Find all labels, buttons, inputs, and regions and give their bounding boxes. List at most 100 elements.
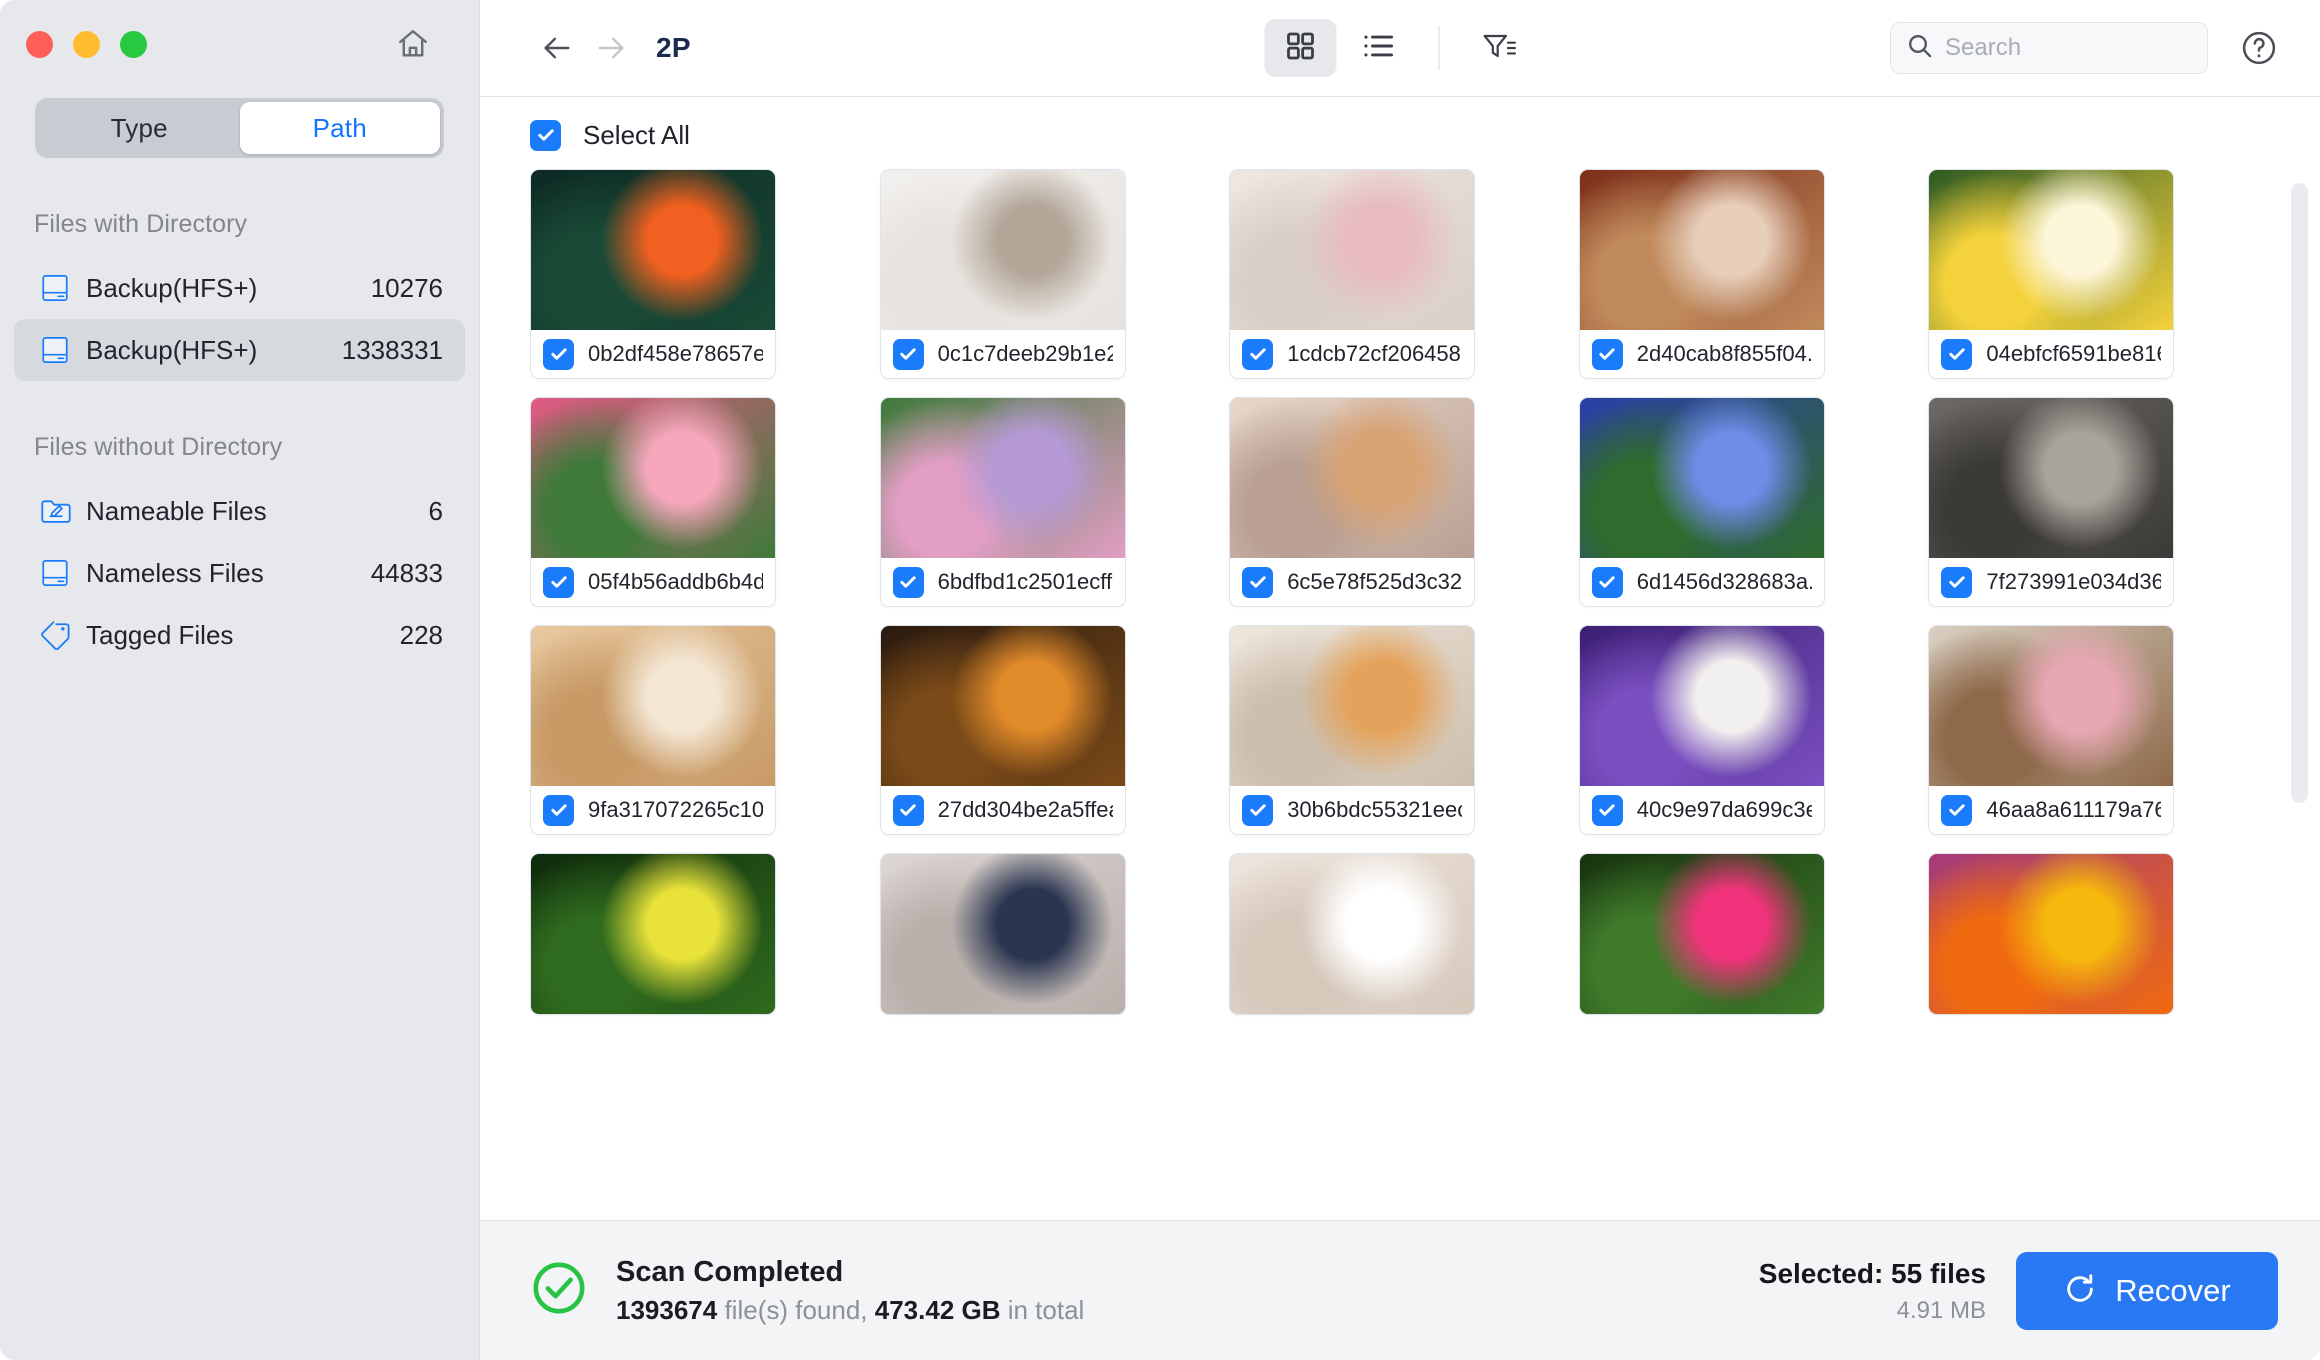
file-name: 40c9e97da699c3e... bbox=[1636, 797, 1812, 822]
hard-drive-icon bbox=[40, 334, 86, 366]
search-box[interactable] bbox=[1890, 22, 2208, 74]
arrow-left-icon[interactable] bbox=[530, 21, 584, 75]
sidebar-list-without-directory: Nameable Files 6 Nameless Files 44833 Ta… bbox=[0, 480, 479, 666]
selection-summary: Selected: 55 files 4.91 MB bbox=[1759, 1254, 1986, 1327]
breadcrumb[interactable]: 2P bbox=[656, 32, 691, 64]
hard-drive-icon bbox=[40, 272, 86, 304]
file-tile-footer: 7f273991e034d36... bbox=[1929, 558, 2174, 606]
sidebar-item-count: 44833 bbox=[370, 557, 443, 588]
file-thumbnail bbox=[1230, 170, 1475, 330]
file-tile-footer: 30b6bdc55321eec... bbox=[1230, 786, 1475, 834]
file-checkbox[interactable] bbox=[1242, 794, 1274, 826]
file-checkbox[interactable] bbox=[1591, 338, 1623, 370]
list-icon bbox=[1362, 30, 1396, 67]
search-input[interactable] bbox=[1945, 34, 2191, 62]
zoom-button[interactable] bbox=[120, 30, 147, 58]
filter-button[interactable] bbox=[1464, 19, 1536, 77]
file-checkbox[interactable] bbox=[1941, 566, 1973, 598]
file-thumbnail bbox=[1579, 626, 1824, 786]
file-tile[interactable]: 04ebfcf6591be816... bbox=[1928, 169, 2175, 379]
selected-size-label: 4.91 MB bbox=[1896, 1296, 1986, 1324]
file-tile[interactable] bbox=[530, 853, 776, 1015]
sidebar-item-backup-2[interactable]: Backup(HFS+) 1338331 bbox=[14, 319, 465, 381]
segment-type[interactable]: Type bbox=[39, 102, 240, 154]
file-tile[interactable]: 6d1456d328683a... bbox=[1578, 397, 1825, 607]
file-checkbox[interactable] bbox=[1242, 338, 1274, 370]
file-thumbnail bbox=[1929, 398, 2174, 558]
file-tile[interactable]: 1cdcb72cf206458... bbox=[1229, 169, 1476, 379]
file-tile[interactable]: 6bdfbd1c2501ecff... bbox=[879, 397, 1126, 607]
app-window: Type Path Files with Directory Backup(HF… bbox=[0, 0, 2320, 1360]
minimize-button[interactable] bbox=[73, 30, 100, 58]
file-tile[interactable]: 6c5e78f525d3c32... bbox=[1229, 397, 1476, 607]
file-checkbox[interactable] bbox=[892, 566, 924, 598]
traffic-lights bbox=[26, 30, 147, 58]
file-name: 46aa8a611179a76... bbox=[1986, 797, 2161, 822]
select-all-checkbox[interactable] bbox=[530, 119, 561, 151]
toolbar: 2P bbox=[480, 0, 2320, 97]
sidebar-item-nameless-files[interactable]: Nameless Files 44833 bbox=[14, 542, 465, 604]
file-tile[interactable]: 0c1c7deeb29b1e2... bbox=[879, 169, 1126, 379]
sidebar-item-label: Nameless Files bbox=[86, 557, 264, 588]
file-name: 6bdfbd1c2501ecff... bbox=[937, 569, 1113, 594]
vertical-scrollbar[interactable] bbox=[2291, 183, 2308, 803]
sidebar-item-nameable-files[interactable]: Nameable Files 6 bbox=[14, 480, 465, 542]
file-thumbnail bbox=[880, 398, 1125, 558]
file-name: 0c1c7deeb29b1e2... bbox=[937, 341, 1113, 366]
file-tile-footer: 0c1c7deeb29b1e2... bbox=[880, 330, 1125, 378]
file-tile-footer: 6bdfbd1c2501ecff... bbox=[880, 558, 1125, 606]
file-name: 0b2df458e78657e... bbox=[588, 341, 763, 366]
file-tile[interactable] bbox=[879, 853, 1126, 1015]
file-thumbnail bbox=[1929, 170, 2174, 330]
sidebar-item-count: 1338331 bbox=[341, 334, 443, 365]
recover-button[interactable]: Recover bbox=[2016, 1251, 2278, 1330]
file-checkbox[interactable] bbox=[1941, 794, 1973, 826]
sidebar-item-backup-1[interactable]: Backup(HFS+) 10276 bbox=[14, 257, 465, 319]
file-tile[interactable] bbox=[1928, 853, 2175, 1015]
file-checkbox[interactable] bbox=[892, 794, 924, 826]
thumbnail-grid: 0b2df458e78657e... 0c1c7deeb29b1e2... 1cdc… bbox=[530, 169, 2278, 1015]
file-tile[interactable] bbox=[1229, 853, 1476, 1015]
file-checkbox[interactable] bbox=[543, 338, 574, 370]
filter-icon bbox=[1482, 30, 1518, 67]
file-tile[interactable]: 9fa317072265c10c... bbox=[530, 625, 776, 835]
file-tile[interactable]: 40c9e97da699c3e... bbox=[1578, 625, 1825, 835]
file-checkbox[interactable] bbox=[1591, 566, 1623, 598]
file-checkbox[interactable] bbox=[1941, 338, 1973, 370]
sidebar-item-tagged-files[interactable]: Tagged Files 228 bbox=[14, 604, 465, 666]
status-bar: Scan Completed 1393674 file(s) found, 47… bbox=[480, 1220, 2320, 1360]
file-checkbox[interactable] bbox=[543, 566, 574, 598]
scan-status-title: Scan Completed bbox=[616, 1256, 844, 1289]
segment-path[interactable]: Path bbox=[239, 102, 440, 154]
file-name: 7f273991e034d36... bbox=[1986, 569, 2162, 594]
file-tile[interactable]: 7f273991e034d36... bbox=[1928, 397, 2175, 607]
folder-edit-icon bbox=[40, 497, 86, 525]
status-right: Selected: 55 files 4.91 MB Recover bbox=[1759, 1251, 2278, 1330]
file-tile[interactable]: 30b6bdc55321eec... bbox=[1229, 625, 1476, 835]
file-tile[interactable]: 27dd304be2a5ffea... bbox=[879, 625, 1126, 835]
file-tile[interactable]: 2d40cab8f855f04... bbox=[1578, 169, 1825, 379]
file-tile[interactable] bbox=[1578, 853, 1825, 1015]
grid-view-button[interactable] bbox=[1264, 19, 1337, 77]
sidebar-item-count: 228 bbox=[399, 619, 443, 650]
file-checkbox[interactable] bbox=[1242, 566, 1274, 598]
file-tile[interactable]: 05f4b56addb6b4d... bbox=[530, 397, 776, 607]
arrow-right-icon[interactable] bbox=[584, 21, 638, 75]
type-path-segmented-control[interactable]: Type Path bbox=[35, 98, 444, 158]
file-checkbox[interactable] bbox=[892, 338, 924, 370]
list-view-button[interactable] bbox=[1343, 19, 1415, 77]
file-checkbox[interactable] bbox=[1591, 794, 1623, 826]
file-tile-footer: 46aa8a611179a76... bbox=[1929, 786, 2174, 834]
file-tile[interactable]: 0b2df458e78657e... bbox=[530, 169, 776, 379]
home-icon[interactable] bbox=[392, 23, 434, 65]
select-all-row[interactable]: Select All bbox=[530, 97, 2320, 159]
help-circle-icon[interactable] bbox=[2236, 25, 2282, 71]
file-thumbnail bbox=[531, 626, 775, 786]
group-title-files-without-directory: Files without Directory bbox=[34, 433, 283, 461]
titlebar bbox=[0, 0, 479, 88]
close-button[interactable] bbox=[26, 30, 53, 58]
file-checkbox[interactable] bbox=[543, 794, 574, 826]
sidebar: Type Path Files with Directory Backup(HF… bbox=[0, 0, 479, 1360]
file-tile[interactable]: 46aa8a611179a76... bbox=[1928, 625, 2175, 835]
file-tile-footer: 27dd304be2a5ffea... bbox=[880, 786, 1125, 834]
